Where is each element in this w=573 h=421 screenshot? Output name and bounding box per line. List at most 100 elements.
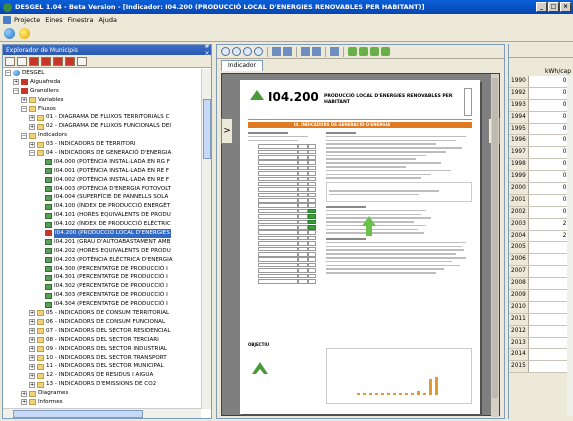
value-row[interactable]: 2011 (509, 313, 573, 326)
value-row[interactable]: 19990.0 (509, 171, 573, 184)
value-row[interactable]: 2012 (509, 325, 573, 338)
tree-item[interactable]: +12 - INDICADORS DE RESIDUS I AIGUA (3, 371, 201, 380)
tree-item[interactable]: − DESGEL (3, 69, 201, 78)
zoom-icon[interactable] (301, 47, 310, 56)
properties-icon[interactable] (77, 56, 87, 66)
tree-item[interactable]: I04.004 (SUPERFÍCIE DE PANNELLS SOLA (3, 193, 201, 202)
tree-item[interactable]: I04.200 (PRODUCCIÓ LOCAL D'ENERGIES (3, 229, 201, 238)
value-row[interactable]: 2005 (509, 242, 573, 255)
municipality-icon[interactable] (29, 56, 39, 66)
expand-icon[interactable]: + (29, 141, 35, 148)
tree-item[interactable]: +11 - INDICADORS DEL SECTOR MUNICIPAL (3, 362, 201, 371)
expand-icon[interactable]: + (29, 114, 35, 121)
tree-item[interactable]: I04.201 (GRAU D'AUTOABASTAMENT AMB (3, 238, 201, 247)
explorer-horizontal-scrollbar[interactable] (3, 408, 201, 418)
expand-icon[interactable]: + (29, 363, 35, 370)
tree-item[interactable]: I04.101 (HORES EQUIVALENTS DE PRODU (3, 211, 201, 220)
maximize-button[interactable]: □ (548, 2, 559, 12)
tree-item[interactable]: − Fluxos (3, 105, 201, 114)
tree-item[interactable]: − 04 - INDICADORS DE GENERACIÓ D'ENERGIA (3, 149, 201, 158)
value-row[interactable]: 2013 (509, 337, 573, 350)
value-row[interactable]: 2015 (509, 361, 573, 374)
value-row[interactable]: 2006 (509, 254, 573, 267)
tree-item[interactable]: + Diagrames (3, 389, 201, 398)
menu-eines[interactable]: Eines (45, 16, 62, 24)
expand-icon[interactable]: + (29, 319, 35, 326)
value-row[interactable]: 20042.4 (509, 230, 573, 243)
collapse-icon[interactable]: − (21, 106, 27, 112)
value-row[interactable]: 2007 (509, 266, 573, 279)
prev-page-icon[interactable] (232, 47, 241, 56)
value-row[interactable]: 2010 (509, 301, 573, 314)
menu-projecte[interactable]: Projecte (14, 16, 40, 24)
tree-item[interactable]: I04.303 (PERCENTATGE DE PRODUCCIÓ I (3, 291, 201, 300)
value-row[interactable]: 19960.0 (509, 135, 573, 148)
expand-icon[interactable]: + (21, 97, 27, 104)
tree-item[interactable]: I04.000 (POTÈNCIA INSTAL·LADA EN RG F (3, 158, 201, 167)
add-municipality-icon[interactable] (41, 56, 51, 66)
tree-item[interactable]: I04.304 (PERCENTATGE DE PRODUCCIÓ I (3, 300, 201, 309)
expand-icon[interactable]: + (29, 346, 35, 353)
tree-item[interactable]: I04.002 (POTÈNCIA INSTAL·LADA EN RE F (3, 176, 201, 185)
tree-item[interactable]: +10 - INDICADORS DEL SECTOR TRANSPORT (3, 354, 201, 363)
print-icon[interactable] (272, 47, 281, 56)
document-vertical-scrollbar[interactable] (491, 74, 499, 417)
expand-icon[interactable]: + (29, 372, 35, 379)
tree-item[interactable]: +05 - INDICADORS DE CONSUM TERRITORIAL (3, 309, 201, 318)
value-row[interactable]: 20032.3 (509, 218, 573, 231)
close-button[interactable]: × (560, 2, 571, 12)
tree-item[interactable]: + Variables (3, 96, 201, 105)
menu-finestra[interactable]: Finestra (68, 16, 94, 24)
green-action-icon[interactable] (370, 47, 379, 56)
expand-icon[interactable]: + (29, 328, 35, 335)
tree-item[interactable]: I04.302 (PERCENTATGE DE PRODUCCIÓ I (3, 282, 201, 291)
tree-item[interactable]: I04.202 (HORES EQUIVALENTS DE PRODU (3, 247, 201, 256)
export-icon[interactable] (283, 47, 292, 56)
value-row[interactable]: 19900.0 (509, 76, 573, 88)
tree-item[interactable]: +08 - INDICADORS DEL SECTOR TERCIARI (3, 336, 201, 345)
expand-all-icon[interactable] (17, 56, 27, 66)
collapse-left-button[interactable]: > (221, 118, 233, 144)
expand-icon[interactable]: + (29, 354, 35, 361)
tree-item[interactable]: +02 - DIAGRAMA DE FLUXOS FUNCIONALS DEI (3, 122, 201, 131)
value-row[interactable]: 20020.0 (509, 206, 573, 219)
tree-item[interactable]: +09 - INDICADORS DEL SECTOR INDUSTRIAL (3, 345, 201, 354)
green-action-icon[interactable] (359, 47, 368, 56)
sun-icon[interactable] (19, 28, 30, 39)
first-page-icon[interactable] (221, 47, 230, 56)
collapse-icon[interactable]: − (5, 70, 11, 77)
expand-icon[interactable]: + (29, 337, 35, 344)
tree-item[interactable]: I04.102 (ÍNDEX DE PRODUCCIÓ ELÈCTRIC (3, 220, 201, 229)
tree-item[interactable]: I04.001 (POTÈNCIA INSTAL·LADA EN RE F (3, 167, 201, 176)
tree-item[interactable]: − Indicadors (3, 131, 201, 140)
value-row[interactable]: 19970.0 (509, 147, 573, 160)
scrollbar-thumb[interactable] (13, 410, 143, 418)
scrollbar-thumb[interactable] (203, 99, 211, 159)
pin-close-controls[interactable]: # × (203, 43, 211, 57)
value-row[interactable]: 20000.0 (509, 183, 573, 195)
value-row[interactable]: 19950.0 (509, 123, 573, 136)
green-action-icon[interactable] (381, 47, 390, 56)
value-row[interactable]: 2014 (509, 349, 573, 362)
last-page-icon[interactable] (254, 47, 263, 56)
value-row[interactable]: 19980.0 (509, 159, 573, 172)
expand-icon[interactable]: + (29, 381, 35, 388)
tree-item[interactable]: I04.003 (POTÈNCIA D'ENERGIA FOTOVOLT (3, 185, 201, 194)
value-row[interactable]: 19940.0 (509, 111, 573, 124)
next-page-icon[interactable] (243, 47, 252, 56)
value-row[interactable]: 20010.7 (509, 194, 573, 207)
expand-icon[interactable]: + (21, 399, 27, 406)
zoom-dropdown-icon[interactable] (312, 47, 321, 56)
values-vertical-scrollbar[interactable] (567, 76, 573, 416)
expand-icon[interactable]: + (21, 390, 27, 397)
tree-item[interactable]: − Granollers (3, 87, 201, 96)
collapse-icon[interactable]: − (29, 150, 35, 157)
tree-item[interactable]: +06 - INDICADORS DE CONSUM FUNCIONAL (3, 318, 201, 327)
expand-icon[interactable]: + (13, 79, 19, 86)
value-row[interactable]: 19930.0 (509, 99, 573, 112)
explorer-vertical-scrollbar[interactable] (201, 69, 211, 409)
tab-indicador[interactable]: Indicador (221, 60, 263, 71)
menu-ajuda[interactable]: Ajuda (98, 16, 116, 24)
value-row[interactable]: 2009 (509, 290, 573, 302)
remove-municipality-icon[interactable] (53, 56, 63, 66)
